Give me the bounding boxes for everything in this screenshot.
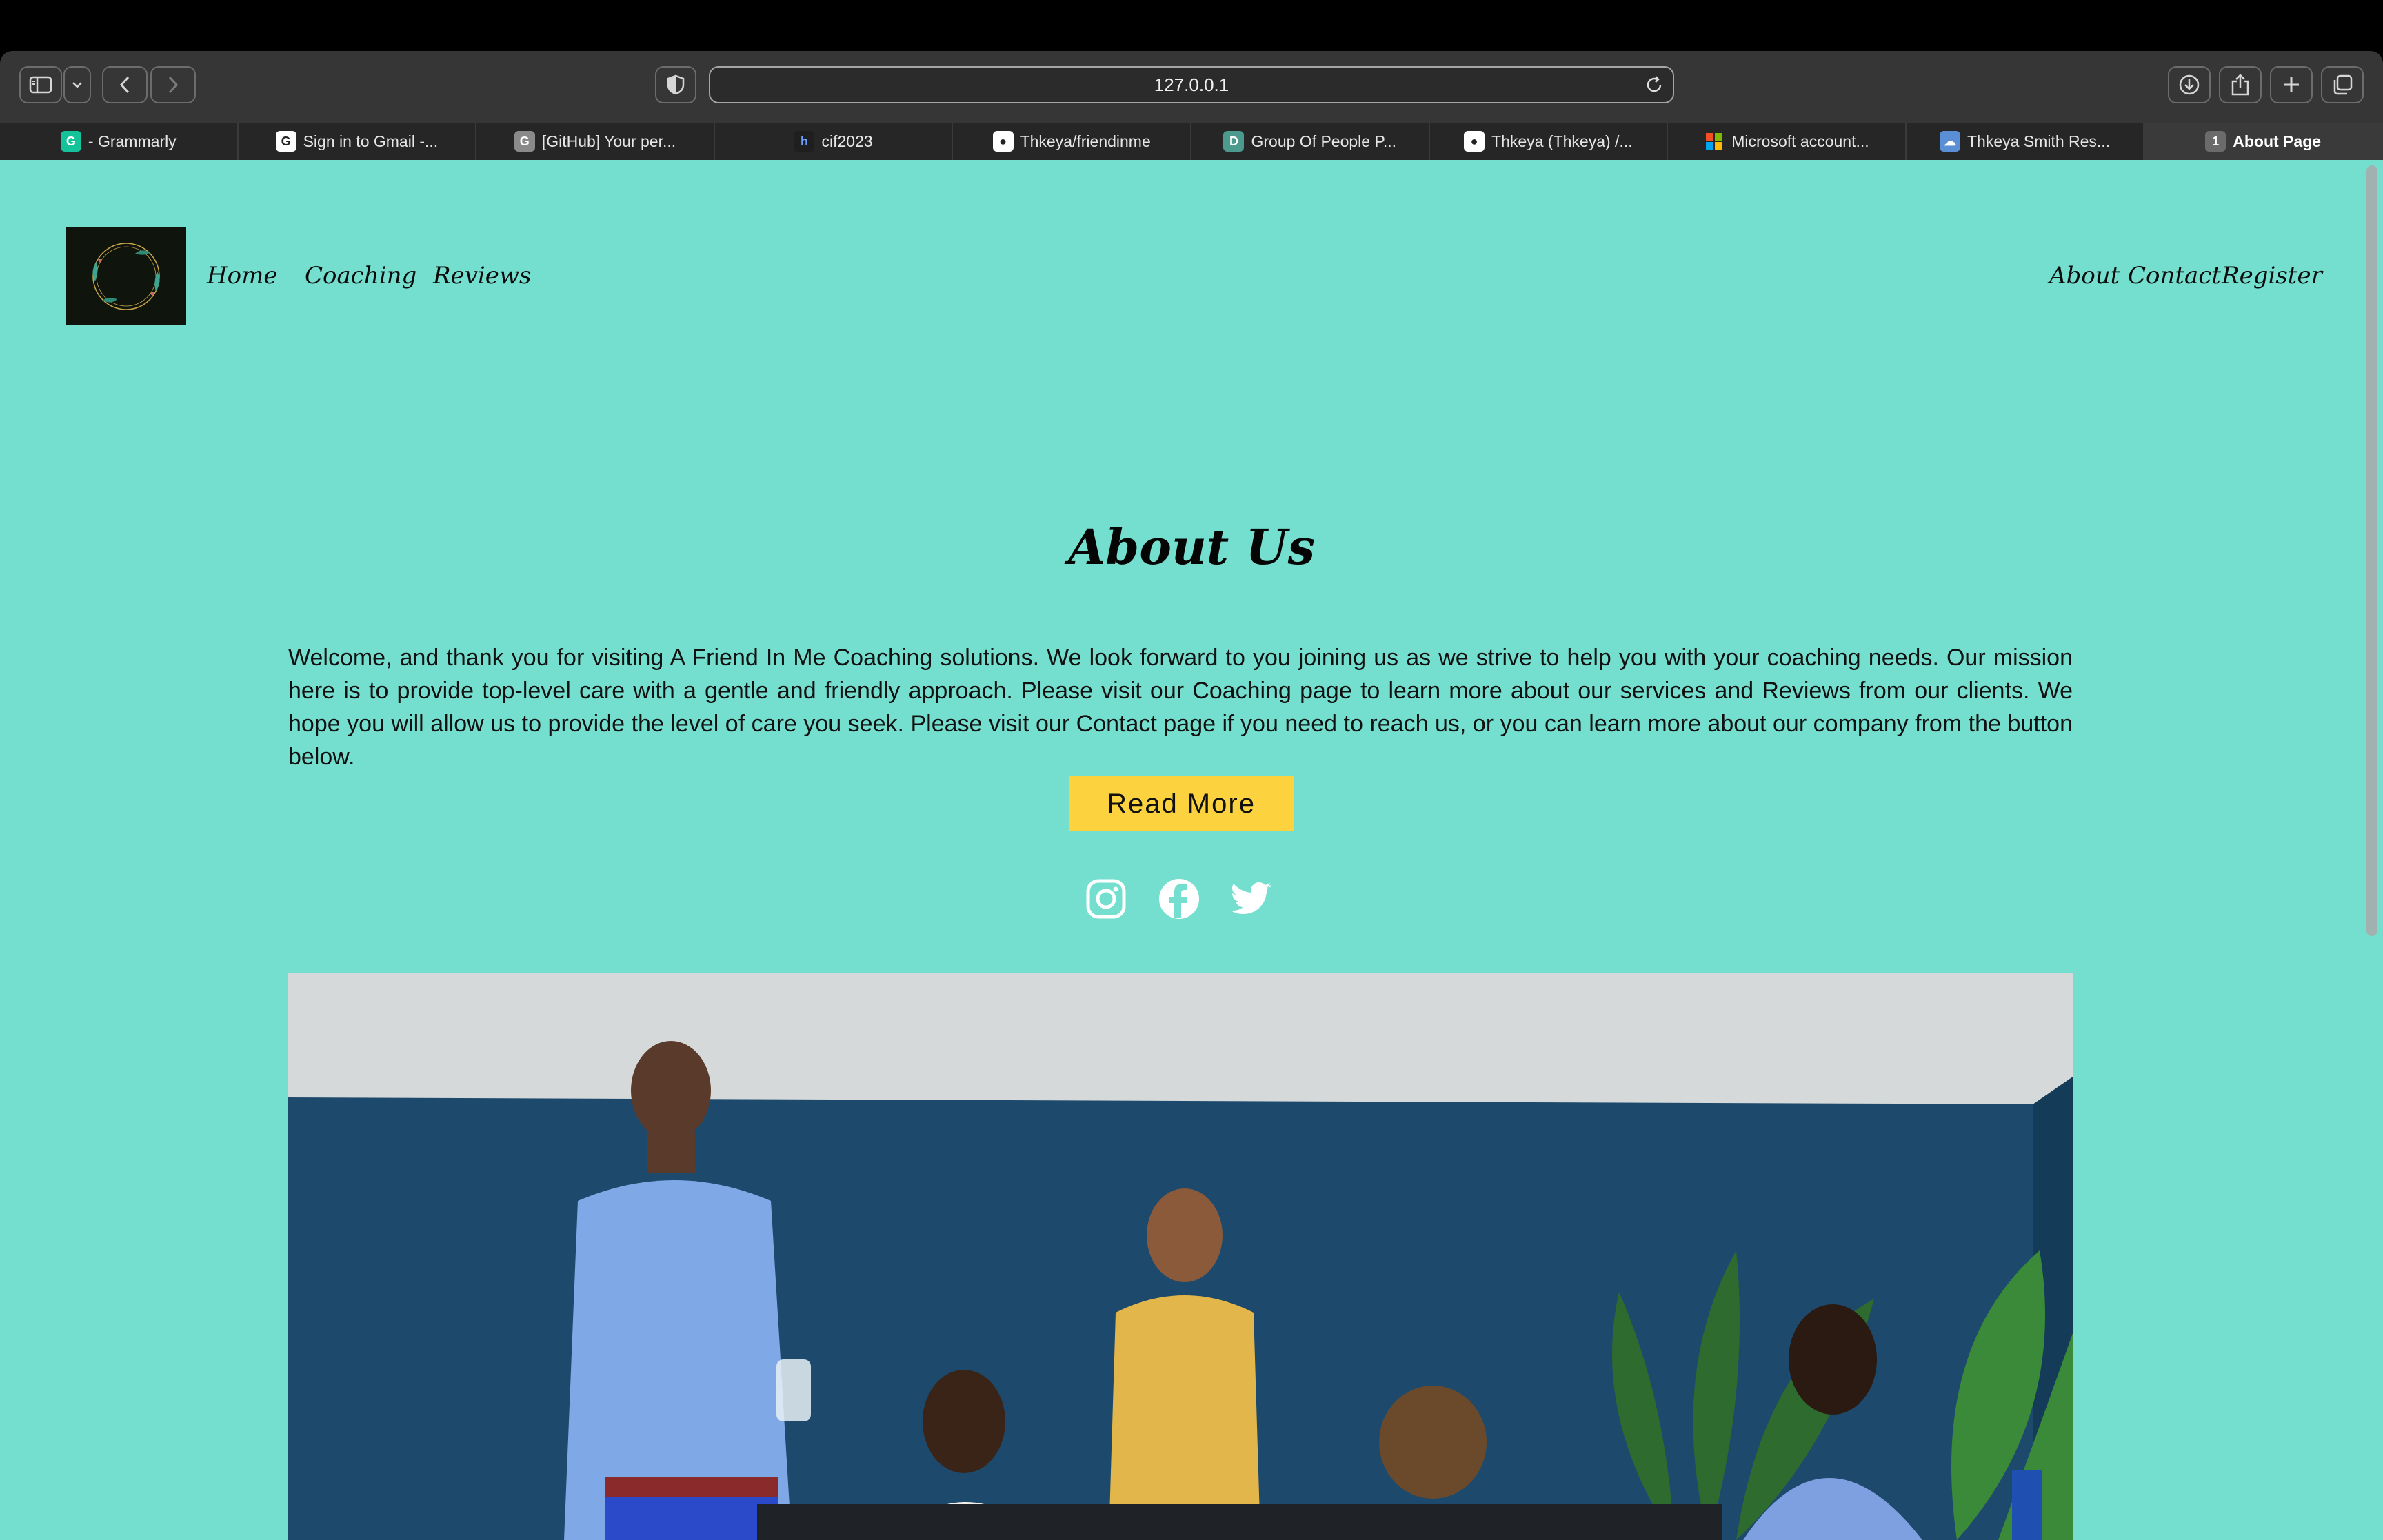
twitter-icon[interactable] bbox=[1229, 875, 1276, 922]
downloads-icon[interactable] bbox=[2168, 66, 2211, 103]
tab-label: [GitHub] Your per... bbox=[541, 132, 676, 150]
about-paragraph: Welcome, and thank you for visiting A Fr… bbox=[288, 645, 2073, 770]
tab-label: - Grammarly bbox=[88, 132, 177, 150]
browser-tab[interactable]: G [GitHub] Your per... bbox=[476, 123, 715, 160]
tab-label: Thkeya (Thkeya) /... bbox=[1491, 132, 1633, 150]
tab-bar: G - Grammarly G Sign in to Gmail -... G [GitH… bbox=[0, 123, 2383, 160]
address-bar[interactable]: 127.0.0.1 bbox=[709, 66, 1674, 103]
chevron-down-icon[interactable] bbox=[63, 66, 91, 103]
browser-toolbar: 127.0.0.1 bbox=[0, 51, 2383, 123]
sidebar-toggle-icon[interactable] bbox=[19, 66, 62, 103]
tab-overview-icon[interactable] bbox=[2321, 66, 2364, 103]
web-page: Home Coaching Reviews About Contact Regi… bbox=[0, 160, 2383, 1540]
new-tab-icon[interactable] bbox=[2270, 66, 2313, 103]
github-icon: ● bbox=[992, 131, 1014, 152]
microsoft-icon bbox=[1704, 131, 1725, 152]
facebook-icon[interactable] bbox=[1156, 875, 1203, 922]
nav-reviews-link[interactable]: Reviews bbox=[433, 262, 531, 290]
browser-tab[interactable]: h cif2023 bbox=[714, 123, 954, 160]
browser-tab[interactable]: ● Thkeya (Thkeya) /... bbox=[1429, 123, 1669, 160]
tab-label: About Page bbox=[2233, 132, 2322, 150]
browser-tab[interactable]: ☁ Thkeya Smith Res... bbox=[1906, 123, 2145, 160]
tab-label: Sign in to Gmail -... bbox=[303, 132, 439, 150]
gmail-g-icon: G bbox=[514, 131, 535, 152]
nav-home-link[interactable]: Home bbox=[207, 262, 277, 290]
back-icon[interactable] bbox=[102, 66, 148, 103]
browser-tab[interactable]: G Sign in to Gmail -... bbox=[238, 123, 477, 160]
site-logo[interactable] bbox=[66, 227, 186, 325]
team-photo bbox=[288, 973, 2073, 1540]
browser-tab[interactable]: D Group Of People P... bbox=[1191, 123, 1430, 160]
nav-contact-link[interactable]: Contact bbox=[2128, 262, 2221, 290]
cloud-icon: ☁ bbox=[1940, 131, 1960, 152]
tab-label: Group Of People P... bbox=[1251, 132, 1397, 150]
forward-icon[interactable] bbox=[150, 66, 196, 103]
tab-label: cif2023 bbox=[821, 132, 873, 150]
page-title: About Us bbox=[1068, 518, 1315, 576]
nav-register-link[interactable]: Register bbox=[2222, 262, 2322, 290]
share-icon[interactable] bbox=[2219, 66, 2262, 103]
reload-icon[interactable] bbox=[1644, 74, 1665, 100]
nav-coaching-link[interactable]: Coaching bbox=[305, 262, 416, 290]
browser-tab[interactable]: 1 About Page bbox=[2144, 123, 2383, 160]
instagram-icon[interactable] bbox=[1083, 875, 1129, 922]
browser-tab[interactable]: ● Thkeya/friendinme bbox=[953, 123, 1192, 160]
github-icon: ● bbox=[1464, 131, 1485, 152]
tab-label: Thkeya/friendinme bbox=[1020, 132, 1151, 150]
nav-about-link[interactable]: About bbox=[2049, 262, 2120, 290]
h-icon: h bbox=[794, 131, 815, 152]
grammarly-icon: G bbox=[60, 131, 81, 152]
tab-label: Thkeya Smith Res... bbox=[1967, 132, 2111, 150]
tab-label: Microsoft account... bbox=[1731, 132, 1869, 150]
browser-tab[interactable]: G - Grammarly bbox=[0, 123, 239, 160]
url-text: 127.0.0.1 bbox=[1154, 74, 1229, 95]
browser-tab[interactable]: Microsoft account... bbox=[1668, 123, 1907, 160]
read-more-button[interactable]: Read More bbox=[1069, 776, 1294, 831]
d-icon: D bbox=[1223, 131, 1245, 152]
number-1-icon: 1 bbox=[2205, 131, 2226, 152]
privacy-shield-icon[interactable] bbox=[655, 66, 696, 103]
google-icon: G bbox=[275, 131, 296, 152]
screen-top-bar bbox=[0, 0, 2383, 51]
